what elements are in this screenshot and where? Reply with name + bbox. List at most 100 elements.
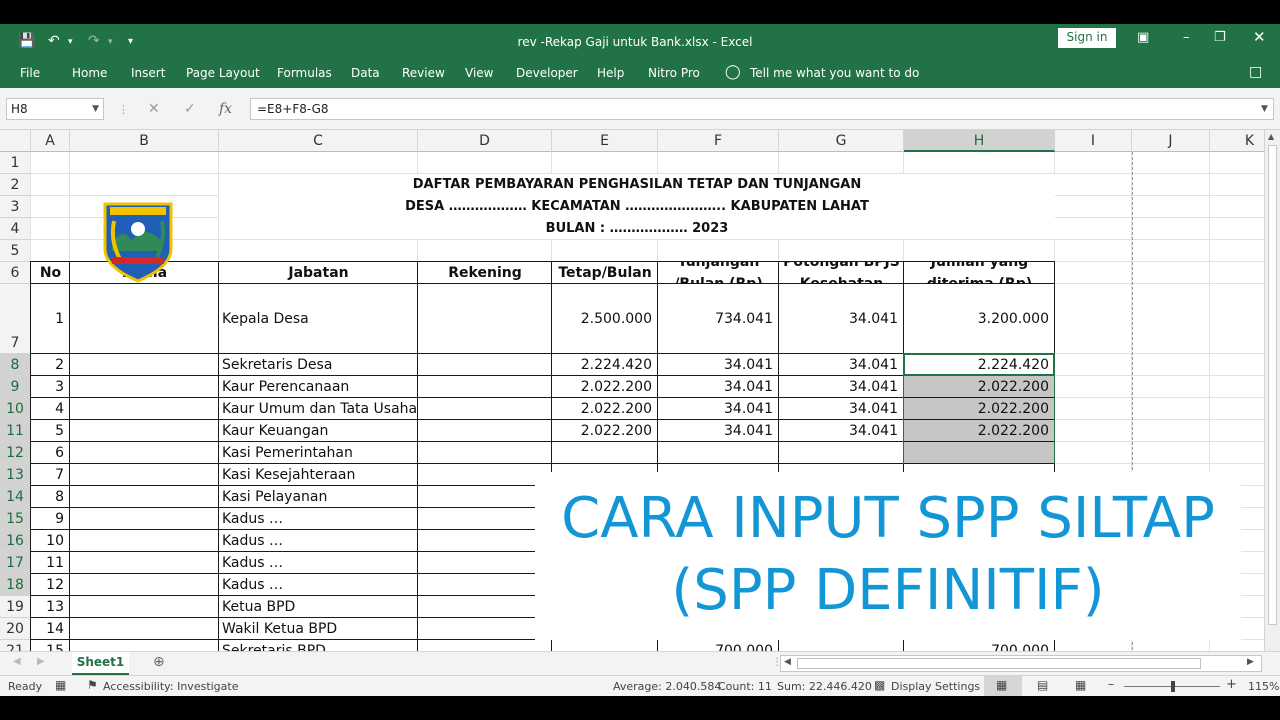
insert-function-icon[interactable]: fx [219,101,232,117]
zoom-out-icon[interactable]: – [1108,677,1114,691]
cell-jabatan: Ketua BPD [222,599,296,615]
tab-formulas[interactable]: Formulas [277,66,332,80]
column-header-b[interactable]: B [70,130,219,152]
cell-no: 8 [55,489,64,505]
column-header-h[interactable]: H [904,130,1055,152]
column-header-f[interactable]: F [658,130,779,152]
restore-icon[interactable]: ❐ [1214,30,1226,45]
row-header-2[interactable]: 2 [0,174,31,196]
cell-tunjangan: 34.041 [724,401,773,417]
row-header-20[interactable]: 20 [0,618,31,640]
page-layout-view-icon[interactable]: ▤ [1037,678,1048,692]
display-settings-icon[interactable]: ▩ [874,678,885,692]
redo-icon[interactable]: ↷ [88,33,100,49]
row-header-15[interactable]: 15 [0,508,31,530]
tab-page-layout[interactable]: Page Layout [186,66,260,80]
status-count[interactable]: Count: 11 [718,680,772,693]
row-header-11[interactable]: 11 [0,420,31,442]
cell-penghasilan: 2.022.200 [580,379,652,395]
tell-me-search[interactable]: Tell me what you want to do [750,66,919,80]
tab-help[interactable]: Help [597,66,624,80]
row-header-8[interactable]: 8 [0,354,31,376]
scroll-right-icon[interactable]: ▶ [1247,657,1254,667]
prev-sheet-icon[interactable]: ◀ [13,656,21,667]
chevron-down-icon[interactable]: ▼ [92,99,99,119]
tab-home[interactable]: Home [72,66,107,80]
scroll-left-icon[interactable]: ◀ [784,657,791,667]
horizontal-scrollbar[interactable]: ◀ ▶ [780,655,1262,672]
status-sum[interactable]: Sum: 22.446.420 [777,680,872,693]
row-header-13[interactable]: 13 [0,464,31,486]
row-header-19[interactable]: 19 [0,596,31,618]
row-header-9[interactable]: 9 [0,376,31,398]
row-header-18[interactable]: 18 [0,574,31,596]
enter-icon[interactable]: ✓ [184,101,196,117]
horizontal-scroll-thumb[interactable] [797,658,1201,669]
row-header-1[interactable]: 1 [0,152,31,174]
macro-recording-icon[interactable]: ▦ [55,678,66,692]
tab-nitro-pro[interactable]: Nitro Pro [648,66,700,80]
page-break-view-icon[interactable]: ▦ [1075,678,1086,692]
save-icon[interactable]: 💾 [18,33,35,49]
tab-sheet1[interactable]: Sheet1 [72,652,129,675]
next-sheet-icon[interactable]: ▶ [37,656,45,667]
ribbon-display-options-icon[interactable]: ▣ [1137,30,1149,45]
zoom-slider-thumb[interactable] [1171,681,1175,692]
cell-potongan: 34.041 [849,379,898,395]
scroll-up-icon[interactable]: ▲ [1268,132,1274,141]
row-header-17[interactable]: 17 [0,552,31,574]
redo-dropdown-icon[interactable]: ▾ [108,37,113,47]
row-header-10[interactable]: 10 [0,398,31,420]
scroll-thumb[interactable] [1268,145,1277,625]
tab-view[interactable]: View [465,66,493,80]
row-header-6[interactable]: 6 [0,262,31,284]
cell-tunjangan: 34.041 [724,357,773,373]
select-all-corner[interactable] [0,130,31,152]
row-header-7[interactable]: 7 [0,284,31,354]
name-box[interactable]: H8 ▼ [6,98,104,120]
column-header-a[interactable]: A [31,130,70,152]
customize-toolbar-icon[interactable]: ▾ [128,36,133,47]
column-header-c[interactable]: C [219,130,418,152]
tab-data[interactable]: Data [351,66,380,80]
worksheet-grid[interactable]: A B C D E F G H I J K 1 2 3 4 5 6 7 8 9 10 11 12 13 14 15 16 17 18 19… [0,130,1264,675]
sign-in-button[interactable]: Sign in [1058,28,1116,48]
close-icon[interactable]: ✕ [1253,28,1266,46]
column-header-j[interactable]: J [1132,130,1210,152]
undo-dropdown-icon[interactable]: ▾ [68,37,73,47]
column-header-e[interactable]: E [552,130,658,152]
accessibility-icon[interactable]: ⚑ [87,678,98,692]
zoom-in-icon[interactable]: + [1226,677,1237,692]
row-header-3[interactable]: 3 [0,196,31,218]
row-header-5[interactable]: 5 [0,240,31,262]
accessibility-status[interactable]: Accessibility: Investigate [103,680,239,693]
row-header-14[interactable]: 14 [0,486,31,508]
tab-file[interactable]: File [20,66,40,80]
minimize-icon[interactable]: – [1183,30,1190,45]
column-header-k[interactable]: K [1210,130,1264,152]
tab-developer[interactable]: Developer [516,66,578,80]
column-header-g[interactable]: G [779,130,904,152]
column-header-d[interactable]: D [418,130,552,152]
tab-insert[interactable]: Insert [131,66,165,80]
add-sheet-icon[interactable]: ⊕ [153,654,165,670]
row-header-12[interactable]: 12 [0,442,31,464]
row-header-4[interactable]: 4 [0,218,31,240]
vertical-scrollbar[interactable]: ▲ ▼ [1264,130,1280,675]
comments-icon[interactable]: □ [1249,64,1262,80]
expand-formula-bar-icon[interactable]: ▼ [1261,104,1268,114]
more-options-icon: ⋮ [118,103,129,116]
cancel-icon[interactable]: ✕ [148,101,160,117]
status-average[interactable]: Average: 2.040.584 [613,680,721,693]
normal-view-icon[interactable]: ▦ [996,678,1007,692]
tab-review[interactable]: Review [402,66,445,80]
undo-icon[interactable]: ↶ [48,33,60,49]
cell-no: 13 [46,599,64,615]
zoom-level[interactable]: 115% [1248,680,1279,693]
cell-no: 9 [55,511,64,527]
row-header-16[interactable]: 16 [0,530,31,552]
display-settings-button[interactable]: Display Settings [891,680,980,693]
formula-input[interactable]: =E8+F8-G8 [250,98,1274,120]
column-header-i[interactable]: I [1055,130,1132,152]
cell-no: 10 [46,533,64,549]
